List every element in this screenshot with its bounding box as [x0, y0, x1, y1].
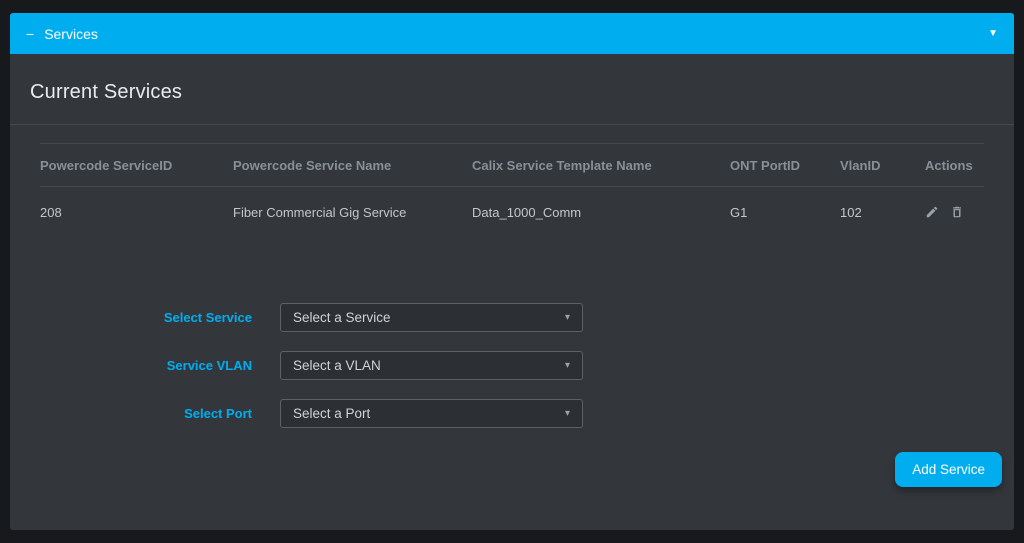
current-services-table: Powercode ServiceID Powercode Service Na…	[40, 143, 984, 237]
collapse-minus-icon: −	[26, 25, 35, 42]
select-service-value: Select a Service	[293, 310, 391, 325]
cell-vlanid: 102	[840, 204, 862, 220]
table-row: 208 Fiber Commercial Gig Service Data_10…	[40, 187, 984, 237]
select-service-dropdown[interactable]: Select a Service ▾	[280, 303, 583, 332]
edit-service-button[interactable]	[925, 205, 939, 219]
services-panel-header[interactable]: − Services ▼	[10, 13, 1014, 54]
select-service-label: Select Service	[163, 310, 252, 325]
trash-icon	[950, 205, 964, 219]
cell-powercode-service-name: Fiber Commercial Gig Service	[233, 204, 407, 220]
chevron-down-icon: ▾	[564, 311, 570, 323]
add-service-button[interactable]: Add Service	[895, 452, 1002, 487]
select-port-value: Select a Port	[293, 406, 371, 421]
select-port-label: Select Port	[184, 406, 252, 421]
form-actions: Add Service	[10, 452, 1014, 487]
pencil-icon	[925, 205, 939, 219]
col-header-actions: Actions	[925, 157, 973, 173]
cell-ont-portid: G1	[730, 204, 748, 220]
col-header-powercode-service-name: Powercode Service Name	[233, 157, 392, 173]
service-vlan-dropdown[interactable]: Select a VLAN ▾	[280, 351, 583, 380]
form-row-service-vlan: Service VLAN Select a VLAN ▾	[10, 351, 1014, 380]
cell-powercode-serviceid: 208	[40, 204, 62, 220]
panel-title: Services	[44, 25, 98, 42]
service-vlan-value: Select a VLAN	[293, 358, 381, 373]
cell-calix-template-name: Data_1000_Comm	[472, 204, 582, 220]
chevron-down-icon: ▼	[988, 27, 998, 39]
col-header-calix-template-name: Calix Service Template Name	[472, 157, 652, 173]
section-title: Current Services	[30, 81, 183, 103]
services-panel-body: Current Services Powercode ServiceID Pow…	[10, 54, 1014, 530]
row-actions	[925, 205, 984, 219]
delete-service-button[interactable]	[950, 205, 964, 219]
chevron-down-icon: ▾	[564, 407, 570, 419]
add-service-form: Select Service Select a Service ▾ Servic…	[10, 303, 1014, 428]
col-header-ont-portid: ONT PortID	[730, 157, 801, 173]
form-row-select-service: Select Service Select a Service ▾	[10, 303, 1014, 332]
service-vlan-label: Service VLAN	[166, 358, 252, 373]
services-panel: − Services ▼ Current Services Powercode …	[10, 13, 1014, 530]
title-divider	[10, 124, 1014, 125]
chevron-down-icon: ▾	[564, 359, 570, 371]
form-row-select-port: Select Port Select a Port ▾	[10, 399, 1014, 428]
col-header-powercode-serviceid: Powercode ServiceID	[40, 157, 173, 173]
col-header-vlanid: VlanID	[840, 157, 881, 173]
table-header-row: Powercode ServiceID Powercode Service Na…	[40, 143, 984, 187]
select-port-dropdown[interactable]: Select a Port ▾	[280, 399, 583, 428]
